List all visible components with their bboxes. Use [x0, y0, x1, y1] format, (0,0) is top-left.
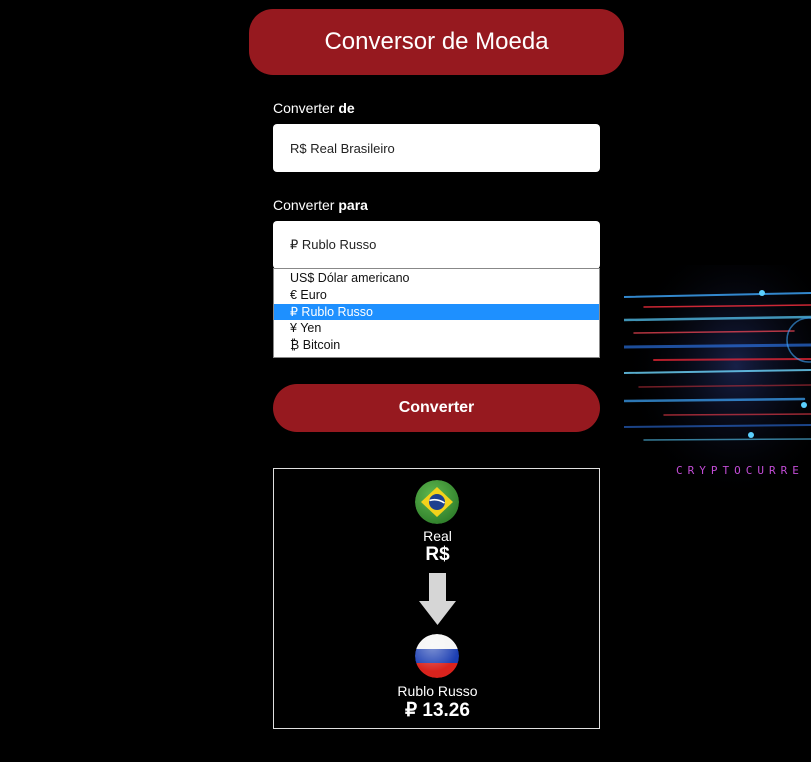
from-label: Converter de [273, 100, 355, 116]
dropdown-option-btc[interactable]: ₿ Bitcoin [274, 337, 599, 354]
to-label: Converter para [273, 197, 368, 213]
to-label-prefix: Converter [273, 197, 339, 213]
page-title: Conversor de Moeda [249, 9, 624, 75]
crypto-background-image: CRYPTOCURRE [624, 265, 811, 490]
crypto-banner-text: CRYPTOCURRE [676, 464, 804, 477]
dropdown-option-rub[interactable]: ₽ Rublo Russo [274, 303, 599, 321]
target-currency-name: Rublo Russo [397, 683, 478, 699]
from-label-prefix: Converter [273, 100, 339, 116]
brazil-flag-icon [415, 480, 459, 524]
from-currency-select[interactable]: R$ Real Brasileiro [273, 124, 600, 172]
result-panel: Real R$ Rublo Russo ₽ 13.26 [273, 468, 600, 729]
dropdown-option-usd[interactable]: US$ Dólar americano [274, 270, 599, 287]
to-label-bold: para [338, 197, 368, 213]
from-label-bold: de [338, 100, 355, 116]
russia-flag-icon [415, 634, 459, 678]
source-currency-name: Real [423, 528, 452, 544]
to-currency-dropdown[interactable]: US$ Dólar americano € Euro ₽ Rublo Russo… [273, 268, 600, 358]
dropdown-option-eur[interactable]: € Euro [274, 287, 599, 304]
target-currency-value: ₽ 13.26 [405, 700, 470, 721]
source-currency-value: R$ [425, 544, 450, 565]
convert-button[interactable]: Converter [273, 384, 600, 432]
arrow-down-icon [419, 573, 456, 630]
from-currency-value: R$ Real Brasileiro [290, 140, 395, 156]
dropdown-option-jpy[interactable]: ¥ Yen [274, 320, 599, 337]
to-currency-value: ₽ Rublo Russo [290, 237, 377, 252]
to-currency-select[interactable]: ₽ Rublo Russo [273, 221, 600, 269]
